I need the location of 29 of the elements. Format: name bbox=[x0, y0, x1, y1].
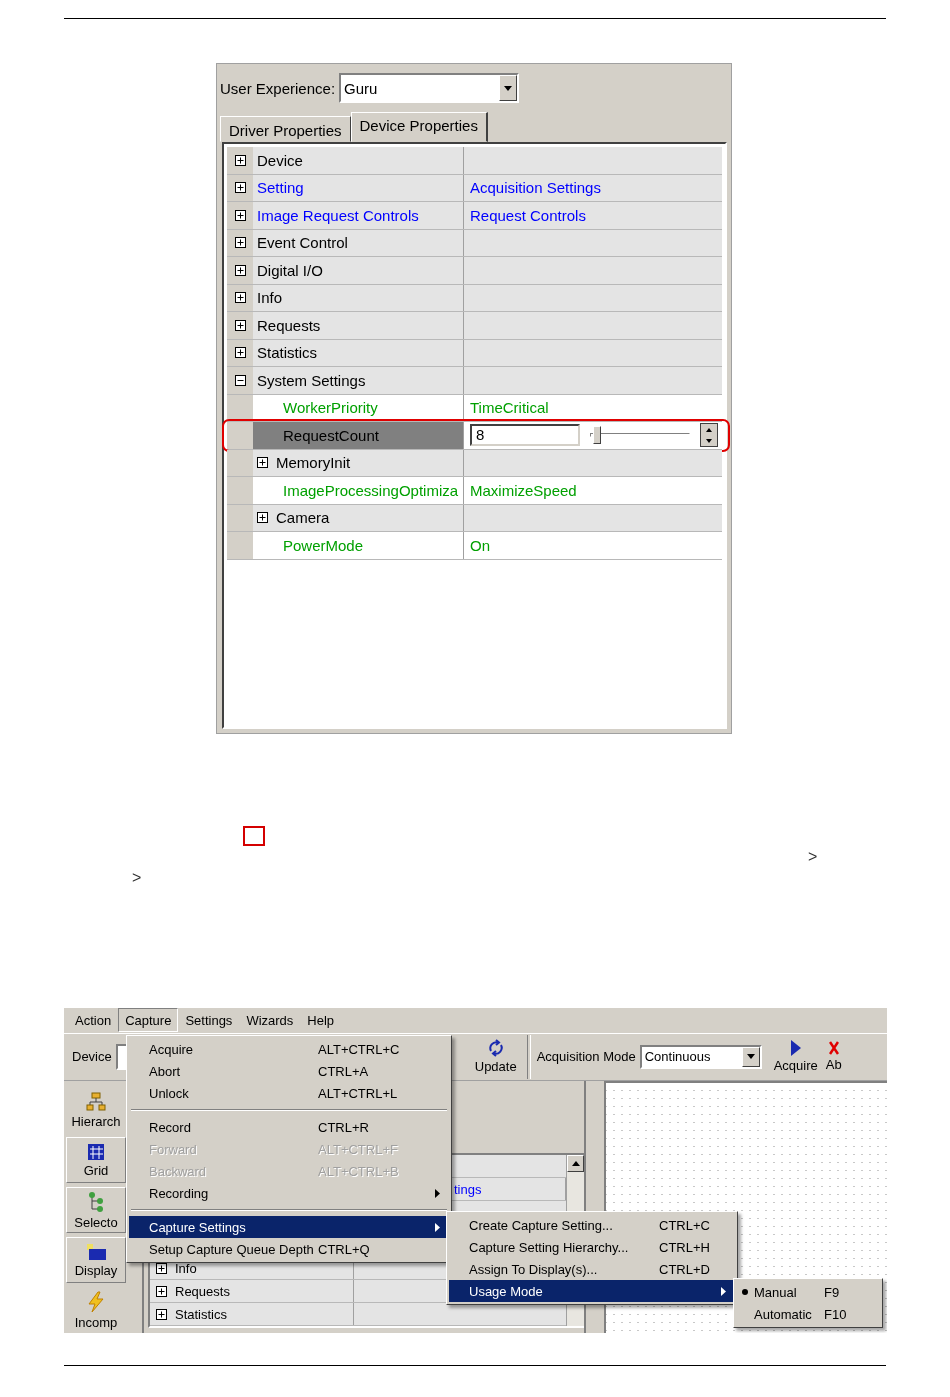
property-name: WorkerPriority bbox=[283, 399, 378, 417]
property-name: System Settings bbox=[257, 371, 366, 389]
property-name: Event Control bbox=[257, 234, 348, 252]
property-name: Digital I/O bbox=[257, 261, 323, 279]
property-value: On bbox=[470, 536, 490, 554]
property-name: RequestCount bbox=[283, 426, 379, 444]
property-name: Statistics bbox=[257, 344, 317, 362]
property-name: Requests bbox=[175, 1283, 230, 1299]
greater-than-sign: > bbox=[132, 869, 142, 886]
property-value: TimeCritical bbox=[470, 399, 549, 417]
property-name: Statistics bbox=[175, 1306, 227, 1322]
property-value: Acquisition Settings bbox=[470, 179, 601, 197]
property-name: Setting bbox=[257, 179, 304, 197]
user-experience-label: User Experience: bbox=[220, 79, 336, 97]
acquisition-mode-label: Acquisition Mode bbox=[536, 1049, 636, 1065]
property-name: Info bbox=[257, 289, 283, 307]
property-name: Camera bbox=[276, 509, 330, 527]
property-name: MemoryInit bbox=[276, 454, 351, 472]
property-name: Info bbox=[175, 1260, 197, 1276]
property-name: Device bbox=[257, 151, 303, 169]
greater-than-sign: > bbox=[808, 848, 818, 865]
property-name: Image Request Controls bbox=[257, 206, 419, 224]
property-name: Requests bbox=[257, 316, 321, 334]
property-name: PowerMode bbox=[283, 536, 364, 554]
device-label: Device bbox=[72, 1049, 112, 1065]
property-value: tings bbox=[454, 1181, 482, 1197]
property-value: Request Controls bbox=[470, 206, 586, 224]
property-value: MaximizeSpeed bbox=[470, 481, 577, 499]
property-name: ImageProcessingOptimiza bbox=[283, 481, 459, 499]
